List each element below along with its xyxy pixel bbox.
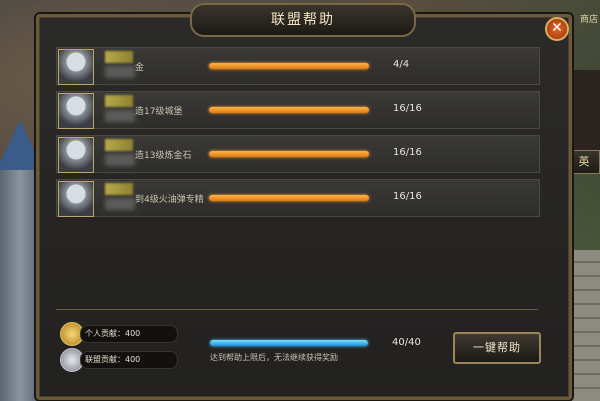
help-request-row: 造17级城堡 16/16 <box>56 91 540 129</box>
footer-divider <box>56 309 538 310</box>
help-task-text: 造17级城堡 <box>135 107 183 117</box>
help-request-row: 造13级炼金石 16/16 <box>56 135 540 173</box>
player-avatar[interactable] <box>58 49 94 85</box>
close-icon: ✕ <box>551 20 563 36</box>
help-progress-bar <box>209 151 369 157</box>
alliance-contribution: 联盟贡献：400 <box>80 351 178 369</box>
help-task-text: 到4级火油弹专精 <box>135 195 204 205</box>
player-name-blurred <box>105 95 133 107</box>
personal-contribution: 个人贡献：400 <box>80 325 178 343</box>
player-name-blurred-secondary <box>105 110 135 122</box>
player-name-blurred-secondary <box>105 154 135 166</box>
panel-title: 联盟帮助 <box>190 3 416 37</box>
total-help-progress-bar <box>210 340 368 346</box>
help-count: 16/16 <box>393 103 422 114</box>
player-name-blurred <box>105 183 133 195</box>
player-name-blurred-secondary <box>105 66 135 78</box>
player-name-blurred-secondary <box>105 198 135 210</box>
castle-tower <box>0 170 40 401</box>
help-count: 16/16 <box>393 147 422 158</box>
total-help-count: 40/40 <box>392 337 421 348</box>
player-name-blurred <box>105 139 133 151</box>
background-building <box>570 70 600 160</box>
help-count: 16/16 <box>393 191 422 202</box>
one-click-help-button[interactable]: 一键帮助 <box>453 332 541 364</box>
player-avatar[interactable] <box>58 137 94 173</box>
help-progress-bar <box>209 63 369 69</box>
help-task-text: 造13级炼金石 <box>135 151 192 161</box>
hero-button[interactable]: 英 <box>568 150 600 174</box>
player-avatar[interactable] <box>58 93 94 129</box>
player-name-blurred <box>105 51 133 63</box>
help-request-row: 金 4/4 <box>56 47 540 85</box>
shop-label[interactable]: 商店 <box>580 12 598 25</box>
help-progress-bar <box>209 107 369 113</box>
player-avatar[interactable] <box>58 181 94 217</box>
help-count: 4/4 <box>393 59 410 70</box>
help-request-row: 到4级火油弹专精 16/16 <box>56 179 540 217</box>
help-progress-bar <box>209 195 369 201</box>
close-button[interactable]: ✕ <box>545 17 569 41</box>
limit-notice: 达到帮助上限后，无法继续获得奖励 <box>210 353 338 362</box>
background-wall <box>570 250 600 401</box>
help-task-text: 金 <box>135 63 145 73</box>
